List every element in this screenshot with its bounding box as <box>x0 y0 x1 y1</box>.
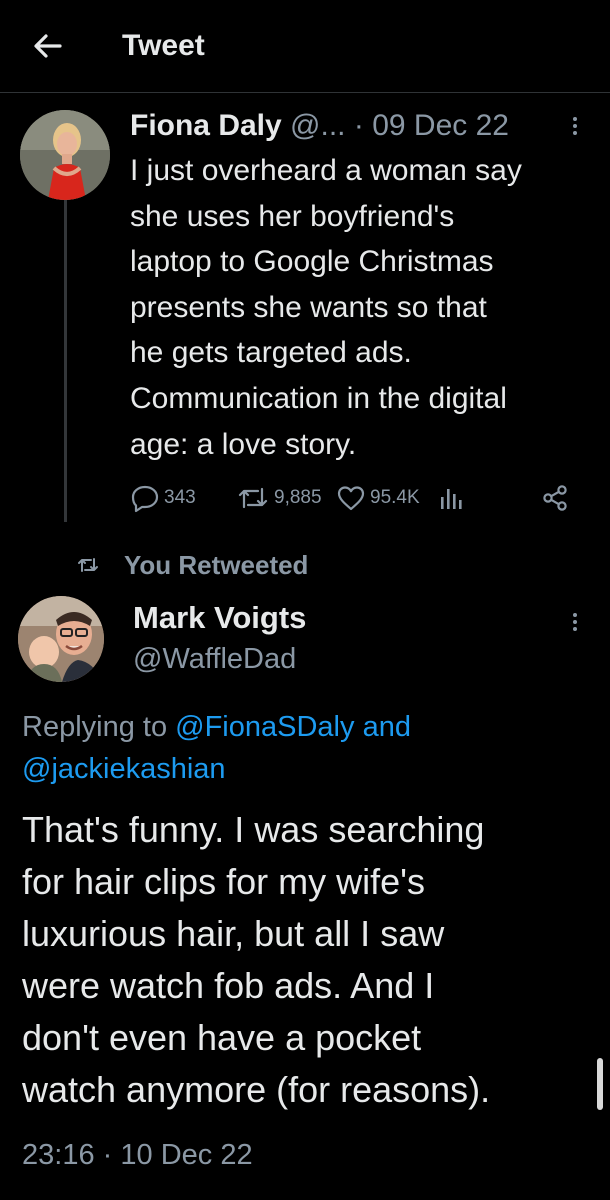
retweet-button[interactable]: 9,885 <box>236 480 322 516</box>
retweet-icon <box>238 487 268 509</box>
retweet-context: You Retweeted <box>76 548 308 582</box>
more-dots-icon <box>573 613 577 617</box>
separator-dot: · <box>102 1139 113 1171</box>
author-name[interactable]: Fiona Daly <box>130 109 282 142</box>
author-handle[interactable]: @... <box>290 109 345 142</box>
retweet-count: 9,885 <box>274 487 322 508</box>
retweet-small-icon <box>78 558 98 572</box>
tweet-text-line: luxurious hair, but all I saw <box>22 913 445 954</box>
back-button[interactable] <box>30 28 66 64</box>
avatar-mark-voigts[interactable] <box>18 596 104 682</box>
like-count: 95.4K <box>370 487 420 508</box>
tweet-date[interactable]: 09 Dec 22 <box>372 109 509 142</box>
original-tweet-text: I just overheard a woman say she uses he… <box>130 148 590 467</box>
profile-photo-fiona <box>20 110 110 200</box>
reply-timestamp[interactable]: 23:16 · 10 Dec 22 <box>22 1136 253 1174</box>
tweet-text-line: I just overheard a woman say <box>130 154 522 187</box>
tweet-text-line: watch anymore (for reasons). <box>22 1069 491 1110</box>
tweet-text-line: age: a love story. <box>130 427 357 461</box>
top-bar: Tweet <box>0 0 610 93</box>
tweet-text-line: for hair clips for my wife's <box>22 861 425 902</box>
reply-icon <box>131 485 159 513</box>
replying-to: Replying to @FionaSDaly and @jackiekashi… <box>22 706 411 790</box>
tweet-text-line: were watch fob ads. And I <box>22 965 435 1006</box>
arrow-left-icon <box>34 34 62 58</box>
reply-author-name[interactable]: Mark Voigts <box>133 598 306 638</box>
share-icon <box>543 485 567 511</box>
tweet-text-line: he gets targeted ads. <box>130 336 412 370</box>
separator-dot: · <box>353 109 364 142</box>
scrollbar-thumb[interactable] <box>597 1058 603 1110</box>
more-dots-icon <box>573 117 577 121</box>
reply-author-handle[interactable]: @WaffleDad <box>133 640 296 678</box>
more-options-button[interactable] <box>569 114 581 144</box>
tweet-text-line: laptop to Google Christmas <box>130 245 494 279</box>
like-button[interactable]: 95.4K <box>336 480 420 516</box>
mention-and[interactable]: and <box>363 711 411 743</box>
tweet-text-line: don't even have a pocket <box>22 1017 422 1058</box>
tweet-text-line: she uses her boyfriend's <box>130 199 455 233</box>
avatar-fiona-daly[interactable] <box>20 110 110 200</box>
reply-date: 10 Dec 22 <box>120 1139 253 1171</box>
retweet-context-label: You Retweeted <box>124 549 309 580</box>
page-title: Tweet <box>122 29 205 62</box>
reply-count: 343 <box>164 487 196 508</box>
mention-link[interactable]: @jackiekashian <box>22 753 226 785</box>
original-tweet-header: Fiona Daly @... · 09 Dec 22 <box>130 106 509 146</box>
heart-icon <box>337 486 365 511</box>
reply-button[interactable]: 343 <box>130 480 196 516</box>
reply-tweet-text: That's funny. I was searching for hair c… <box>22 804 602 1116</box>
profile-photo-mark <box>18 596 104 682</box>
mention-link[interactable]: @FionaSDaly <box>175 711 354 743</box>
reply-time: 23:16 <box>22 1139 95 1171</box>
replying-to-prefix: Replying to <box>22 711 168 743</box>
tweet-actions: 343 9,885 95.4K <box>130 480 580 516</box>
reply-more-options-button[interactable] <box>569 610 581 640</box>
tweet-text-line: That's funny. I was searching <box>22 809 485 850</box>
thread-connector-line <box>64 190 67 522</box>
tweet-text-line: Communication in the digital <box>130 381 507 415</box>
share-button[interactable] <box>540 480 570 516</box>
views-button[interactable] <box>438 480 464 516</box>
views-chart-icon <box>441 489 462 509</box>
tweet-text-line: presents she wants so that <box>130 290 487 324</box>
